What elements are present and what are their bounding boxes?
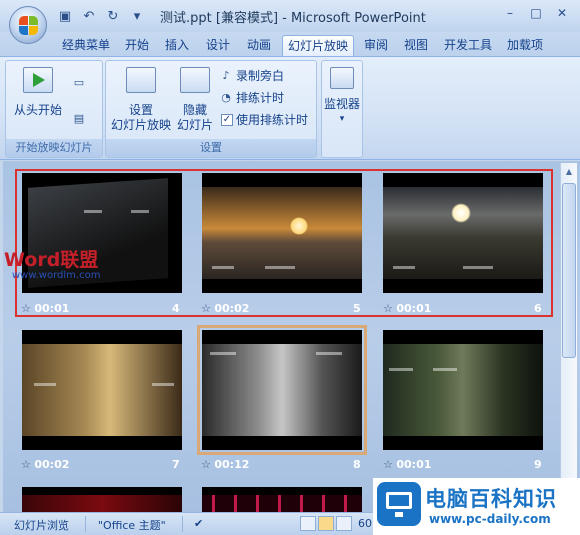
scrollbar-thumb[interactable] [562, 183, 576, 358]
tab-view[interactable]: 视图 [399, 35, 433, 56]
slide-caption [152, 383, 174, 386]
checkmark-icon: ✓ [221, 113, 233, 126]
office-button[interactable] [9, 6, 47, 44]
slide-number: 8 [353, 458, 361, 471]
slide-number: 9 [534, 458, 542, 471]
office-logo-icon [19, 16, 39, 36]
start-slideshow-group: 从头开始 ▭ ▤ 开始放映幻灯片 [5, 60, 103, 158]
slide-thumbnail-selected[interactable] [197, 325, 367, 455]
status-divider [182, 516, 183, 532]
tab-slide-show[interactable]: 幻灯片放映 [282, 35, 354, 56]
slide-image [22, 344, 182, 436]
minimize-button[interactable]: – [498, 4, 522, 22]
close-button[interactable]: ✕ [550, 4, 574, 22]
tab-home[interactable]: 开始 [120, 35, 154, 56]
slide-thumbnail[interactable] [22, 487, 182, 512]
selection-highlight-box [15, 169, 553, 317]
ribbon: 从头开始 ▭ ▤ 开始放映幻灯片 设置 幻灯片放映 隐藏 幻灯片 ♪ 录制旁白 … [0, 56, 580, 160]
normal-view-icon[interactable] [300, 516, 316, 531]
transition-icon: ☆ [201, 458, 215, 471]
from-current-slide-icon[interactable]: ▭ [72, 75, 86, 89]
theme-status[interactable]: "Office 主题" [98, 517, 166, 533]
site-url: www.pc-daily.com [429, 512, 551, 526]
slide-caption [389, 368, 413, 371]
redo-icon[interactable]: ↻ [104, 8, 122, 24]
hide-slide-icon [180, 67, 210, 93]
monitor-icon [330, 67, 354, 89]
status-divider [85, 516, 86, 532]
maximize-button[interactable]: □ [524, 4, 548, 22]
slide-caption [34, 383, 56, 386]
tab-review[interactable]: 审阅 [360, 35, 392, 56]
start-slideshow-group-label: 开始放映幻灯片 [6, 139, 102, 157]
hide-slide-button[interactable]: 隐藏 幻灯片 [174, 67, 216, 133]
setup-group-label: 设置 [106, 139, 316, 157]
slide-thumbnail[interactable] [383, 330, 543, 450]
tab-developer[interactable]: 开发工具 [439, 35, 497, 56]
slide-thumbnail[interactable] [22, 330, 182, 450]
setup-slideshow-button[interactable]: 设置 幻灯片放映 [108, 67, 174, 133]
slide-thumbnail[interactable] [202, 487, 362, 512]
ribbon-tabs: 经典菜单 开始 插入 设计 动画 幻灯片放映 审阅 视图 开发工具 加载项 [0, 32, 580, 56]
slide-image [383, 344, 543, 436]
slide-timing: ☆ 00:02 [21, 458, 70, 471]
transition-icon: ☆ [21, 458, 35, 471]
slide-caption [316, 352, 342, 355]
slide-caption [433, 368, 457, 371]
tab-design[interactable]: 设计 [201, 35, 235, 56]
stopwatch-icon: ◔ [221, 91, 231, 104]
window-title: 测试.ppt [兼容模式] - Microsoft PowerPoint [160, 11, 426, 26]
site-name: 电脑百科知识 [425, 487, 557, 511]
site-logo: 电脑百科知识 www.pc-daily.com [373, 478, 580, 535]
monitors-button[interactable]: 监视器 ▾ [322, 67, 362, 127]
transition-icon: ☆ [383, 458, 397, 471]
monitors-group: 监视器 ▾ [321, 60, 363, 158]
slideshow-play-icon [23, 67, 53, 93]
monitor-logo-icon [377, 482, 421, 526]
view-status: 幻灯片浏览 [14, 519, 69, 532]
spell-check-icon[interactable]: ✔ [194, 517, 203, 530]
from-beginning-button[interactable]: 从头开始 [10, 67, 66, 118]
slide-sorter-view-icon[interactable] [318, 516, 334, 531]
quick-access-toolbar: ▣ ↶ ↻ ▾ [56, 6, 146, 26]
slide-timing: ☆ 00:01 [383, 458, 432, 471]
setup-slideshow-icon [126, 67, 156, 93]
slide-caption [210, 352, 236, 355]
watermark-url: www.wordlm.com [12, 270, 101, 281]
use-timings-checkbox[interactable]: ✓ 使用排练计时 [221, 111, 308, 128]
tab-classic-menu[interactable]: 经典菜单 [58, 35, 114, 56]
tab-add-ins[interactable]: 加载项 [503, 35, 547, 56]
undo-icon[interactable]: ↶ [80, 8, 98, 24]
zoom-level[interactable]: 60 [358, 517, 372, 530]
save-icon[interactable]: ▣ [56, 8, 74, 24]
custom-show-icon[interactable]: ▤ [72, 111, 86, 125]
slide-image [202, 344, 362, 436]
watermark-logo: Word联盟 [4, 249, 99, 271]
title-bar: ▣ ↶ ↻ ▾ 测试.ppt [兼容模式] - Microsoft PowerP… [0, 0, 580, 32]
tab-animations[interactable]: 动画 [242, 35, 276, 56]
slideshow-view-icon[interactable] [336, 516, 352, 531]
microphone-icon: ♪ [222, 69, 230, 82]
scroll-up-icon[interactable]: ▲ [562, 165, 576, 179]
slide-number: 7 [172, 458, 180, 471]
vertical-scrollbar[interactable]: ▲ [560, 163, 577, 510]
record-narration-button[interactable]: ♪ 录制旁白 [219, 67, 284, 84]
chevron-down-icon: ▾ [339, 114, 345, 124]
tab-insert[interactable]: 插入 [160, 35, 194, 56]
slide-image [202, 495, 362, 512]
slide-timing: ☆ 00:12 [201, 458, 250, 471]
slide-image [22, 495, 182, 512]
setup-group: 设置 幻灯片放映 隐藏 幻灯片 ♪ 录制旁白 ◔ 排练计时 ✓ 使用排练计时 设… [105, 60, 317, 158]
customize-qat-icon[interactable]: ▾ [128, 8, 146, 24]
window-controls: – □ ✕ [498, 4, 574, 22]
rehearse-timings-button[interactable]: ◔ 排练计时 [219, 89, 284, 106]
